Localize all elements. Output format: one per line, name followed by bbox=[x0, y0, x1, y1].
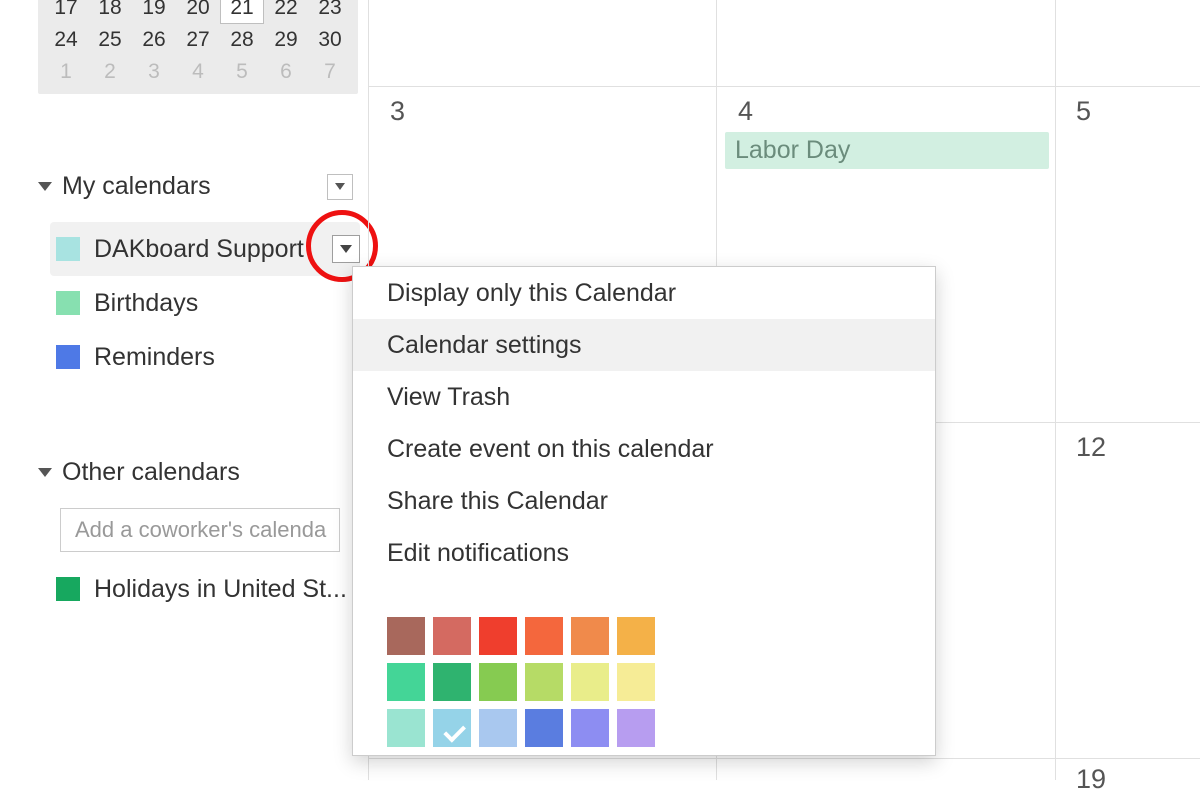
mini-month-day[interactable]: 20 bbox=[176, 0, 220, 24]
add-coworker-placeholder: Add a coworker's calenda bbox=[75, 517, 326, 543]
menu-item-label: Display only this Calendar bbox=[387, 279, 676, 308]
mini-month-day[interactable]: 27 bbox=[176, 24, 220, 56]
mini-month-row: 24252627282930 bbox=[44, 24, 352, 56]
mini-month-day[interactable]: 26 bbox=[132, 24, 176, 56]
calendar-item[interactable]: Birthdays bbox=[50, 276, 360, 330]
calendar-color-swatch bbox=[56, 577, 80, 601]
menu-item-label: Share this Calendar bbox=[387, 487, 608, 516]
my-calendars-title: My calendars bbox=[62, 172, 211, 201]
mini-month-day[interactable]: 6 bbox=[264, 56, 308, 88]
color-swatch[interactable] bbox=[525, 663, 563, 701]
my-calendars-options-button[interactable] bbox=[327, 174, 353, 200]
menu-item[interactable]: Display only this Calendar bbox=[353, 267, 935, 319]
color-swatch[interactable] bbox=[433, 617, 471, 655]
mini-month-day[interactable]: 4 bbox=[176, 56, 220, 88]
calendar-color-swatch bbox=[56, 237, 80, 261]
grid-line bbox=[1055, 0, 1056, 780]
menu-separator bbox=[353, 579, 935, 607]
calendar-context-menu: Display only this Calendar Calendar setti… bbox=[352, 266, 936, 756]
color-swatch[interactable] bbox=[571, 617, 609, 655]
menu-item-label: Calendar settings bbox=[387, 331, 582, 360]
chevron-down-icon bbox=[38, 468, 52, 477]
day-number[interactable]: 5 bbox=[1076, 96, 1091, 127]
color-swatch[interactable] bbox=[433, 663, 471, 701]
mini-month[interactable]: 17181920212223242526272829301234567 bbox=[38, 0, 358, 94]
menu-item[interactable]: View Trash bbox=[353, 371, 935, 423]
mini-month-day[interactable]: 28 bbox=[220, 24, 264, 56]
mini-month-day[interactable]: 19 bbox=[132, 0, 176, 24]
color-swatch[interactable] bbox=[617, 617, 655, 655]
day-number[interactable]: 12 bbox=[1076, 432, 1106, 463]
mini-month-day[interactable]: 21 bbox=[220, 0, 264, 24]
mini-month-day[interactable]: 5 bbox=[220, 56, 264, 88]
grid-line bbox=[368, 86, 1200, 87]
calendar-name: DAKboard Support bbox=[94, 235, 304, 264]
color-swatch[interactable] bbox=[479, 709, 517, 747]
mini-month-day[interactable]: 7 bbox=[308, 56, 352, 88]
color-row bbox=[387, 617, 901, 655]
my-calendars-list: DAKboard Support Birthdays Reminders bbox=[50, 222, 360, 384]
mini-month-day[interactable]: 23 bbox=[308, 0, 352, 24]
mini-month-day[interactable]: 2 bbox=[88, 56, 132, 88]
menu-item[interactable]: Calendar settings bbox=[353, 319, 935, 371]
chevron-down-icon bbox=[38, 182, 52, 191]
other-calendars-list: Holidays in United St... bbox=[50, 562, 360, 616]
calendar-event[interactable]: Labor Day bbox=[725, 132, 1049, 169]
calendar-name: Reminders bbox=[94, 343, 215, 372]
mini-month-day[interactable]: 3 bbox=[132, 56, 176, 88]
mini-month-day[interactable]: 25 bbox=[88, 24, 132, 56]
color-swatch[interactable] bbox=[525, 709, 563, 747]
sidebar: 17181920212223242526272829301234567 My c… bbox=[0, 0, 368, 780]
color-picker bbox=[353, 607, 935, 747]
color-swatch[interactable] bbox=[571, 709, 609, 747]
color-row bbox=[387, 663, 901, 701]
menu-item[interactable]: Create event on this calendar bbox=[353, 423, 935, 475]
menu-item-label: View Trash bbox=[387, 383, 510, 412]
chevron-down-icon bbox=[340, 245, 352, 253]
calendar-color-swatch bbox=[56, 345, 80, 369]
color-swatch[interactable] bbox=[479, 617, 517, 655]
color-swatch[interactable] bbox=[433, 709, 471, 747]
calendar-name: Birthdays bbox=[94, 289, 198, 318]
color-swatch[interactable] bbox=[387, 617, 425, 655]
menu-item[interactable]: Share this Calendar bbox=[353, 475, 935, 527]
mini-month-day[interactable]: 30 bbox=[308, 24, 352, 56]
mini-month-day[interactable]: 29 bbox=[264, 24, 308, 56]
color-swatch[interactable] bbox=[525, 617, 563, 655]
grid-line bbox=[368, 758, 1200, 759]
menu-item[interactable]: Edit notifications bbox=[353, 527, 935, 579]
other-calendars-header[interactable]: Other calendars bbox=[38, 458, 353, 487]
day-number[interactable]: 3 bbox=[390, 96, 405, 127]
mini-month-day[interactable]: 17 bbox=[44, 0, 88, 24]
calendar-item[interactable]: Reminders bbox=[50, 330, 360, 384]
calendar-color-swatch bbox=[56, 291, 80, 315]
my-calendars-header[interactable]: My calendars bbox=[38, 172, 353, 201]
color-swatch[interactable] bbox=[617, 663, 655, 701]
menu-item-label: Edit notifications bbox=[387, 539, 569, 568]
calendar-name: Holidays in United St... bbox=[94, 575, 347, 604]
other-calendars-title: Other calendars bbox=[62, 458, 240, 487]
calendar-options-button[interactable] bbox=[332, 235, 360, 263]
calendar-item[interactable]: DAKboard Support bbox=[50, 222, 360, 276]
mini-month-day[interactable]: 1 bbox=[44, 56, 88, 88]
day-number[interactable]: 4 bbox=[738, 96, 753, 127]
add-coworker-calendar-input[interactable]: Add a coworker's calenda bbox=[60, 508, 340, 552]
color-swatch[interactable] bbox=[387, 709, 425, 747]
mini-month-day[interactable]: 22 bbox=[264, 0, 308, 24]
mini-month-row: 1234567 bbox=[44, 56, 352, 88]
mini-month-day[interactable]: 24 bbox=[44, 24, 88, 56]
color-swatch[interactable] bbox=[571, 663, 609, 701]
event-label: Labor Day bbox=[735, 136, 850, 164]
menu-item-label: Create event on this calendar bbox=[387, 435, 714, 464]
mini-month-day[interactable]: 18 bbox=[88, 0, 132, 24]
chevron-down-icon bbox=[335, 183, 345, 190]
mini-month-row: 17181920212223 bbox=[44, 0, 352, 24]
color-swatch[interactable] bbox=[617, 709, 655, 747]
color-swatch[interactable] bbox=[479, 663, 517, 701]
color-swatch[interactable] bbox=[387, 663, 425, 701]
color-row bbox=[387, 709, 901, 747]
calendar-item[interactable]: Holidays in United St... bbox=[50, 562, 360, 616]
